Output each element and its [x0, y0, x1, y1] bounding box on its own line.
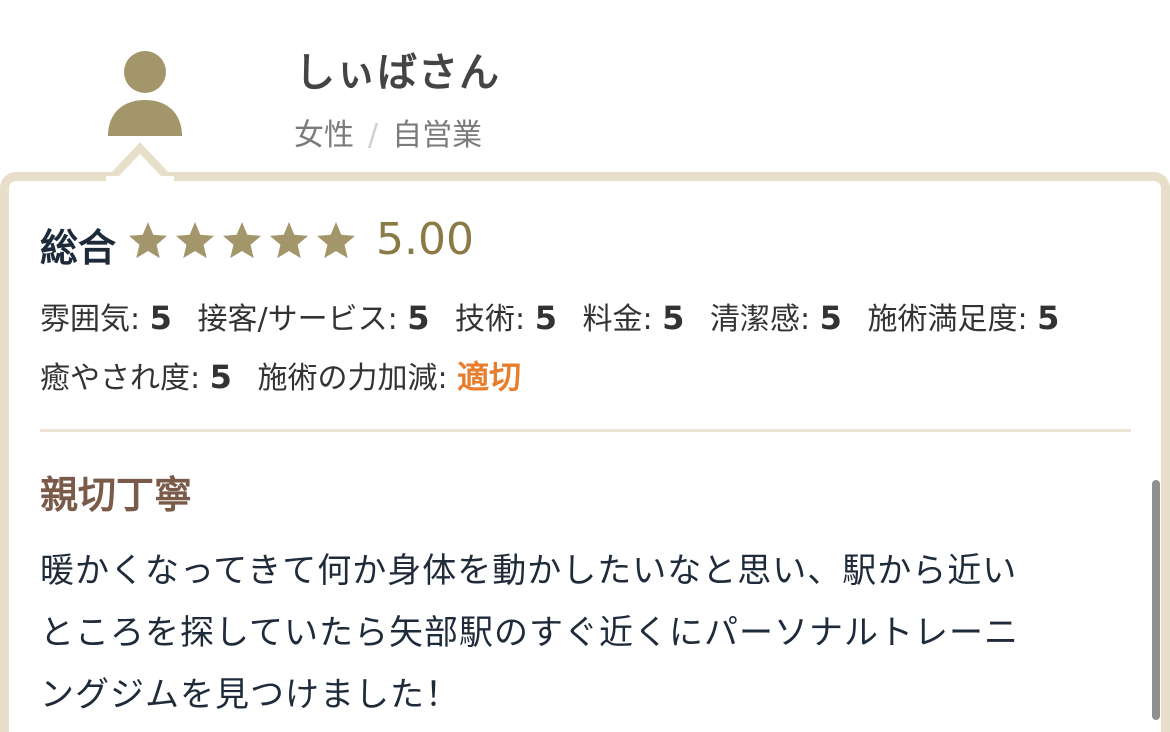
- star-icon: [222, 222, 262, 259]
- reviewer-name: しぃばさん: [295, 50, 500, 96]
- criterion-value: 5: [1037, 299, 1060, 337]
- criterion-label: 雰囲気:: [40, 302, 141, 337]
- criterion-label: 料金:: [582, 302, 653, 337]
- user-avatar-icon: [108, 51, 182, 136]
- criterion-label: 技術:: [455, 302, 526, 337]
- star-icon: [269, 222, 309, 259]
- criteria-row: 雰囲気: 5 接客/サービス: 5 技術: 5 料金: 5 清潔感: 5 施術満…: [40, 294, 1075, 338]
- criterion-service: 接客/サービス: 5: [197, 299, 430, 337]
- reviewer-occupation: 自営業: [392, 118, 483, 153]
- meta-separator: /: [368, 118, 379, 153]
- criterion-label: 癒やされ度:: [40, 361, 201, 396]
- criterion-value: 5: [407, 299, 430, 337]
- criterion-value: 5: [149, 299, 172, 337]
- criterion-technique: 技術: 5: [455, 299, 557, 337]
- star-icon: [175, 222, 215, 259]
- criterion-satisfaction: 施術満足度: 5: [867, 299, 1060, 337]
- review-body-line: ところを探していたら矢部駅のすぐ近くにパーソナルトレーニ: [40, 613, 1019, 653]
- criterion-price: 料金: 5: [582, 299, 685, 337]
- criterion-label: 施術の力加減:: [257, 361, 448, 396]
- star-rating: [128, 222, 356, 259]
- overall-score: 5.00: [376, 214, 474, 265]
- criterion-value: 5: [819, 299, 842, 337]
- review-body-line: 暖かくなってきて何か身体を動かしたいなと思い、駅から近い: [40, 551, 1018, 591]
- review-title: 親切丁寧: [40, 473, 193, 517]
- criterion-value: 適切: [457, 358, 522, 396]
- criterion-value: 5: [209, 358, 232, 396]
- criterion-value: 5: [662, 299, 685, 337]
- review-body-line: ングジムを見つけました！: [40, 675, 460, 715]
- criterion-label: 接客/サービス:: [197, 302, 398, 337]
- review-body: 暖かくなってきて何か身体を動かしたいなと思い、駅から近い ところを探していたら矢…: [40, 540, 1140, 726]
- criterion-pressure: 施術の力加減: 適切: [257, 358, 522, 396]
- star-icon: [316, 222, 356, 259]
- criterion-ambience: 雰囲気: 5: [40, 299, 172, 337]
- reviewer-gender: 女性: [294, 118, 354, 153]
- overall-label: 総合: [40, 226, 117, 270]
- scrollbar-thumb[interactable]: [1152, 480, 1160, 720]
- criteria-row: 癒やされ度: 5 施術の力加減: 適切: [40, 352, 537, 398]
- card-pointer: [106, 142, 174, 182]
- divider: [40, 429, 1131, 432]
- star-icon: [128, 222, 168, 259]
- criterion-label: 施術満足度:: [867, 302, 1028, 337]
- criterion-cleanliness: 清潔感: 5: [709, 299, 842, 337]
- criterion-value: 5: [534, 299, 557, 337]
- criterion-label: 清潔感:: [709, 302, 811, 337]
- criterion-relaxation: 癒やされ度: 5: [40, 358, 232, 396]
- reviewer-meta: 女性 / 自営業: [294, 110, 482, 154]
